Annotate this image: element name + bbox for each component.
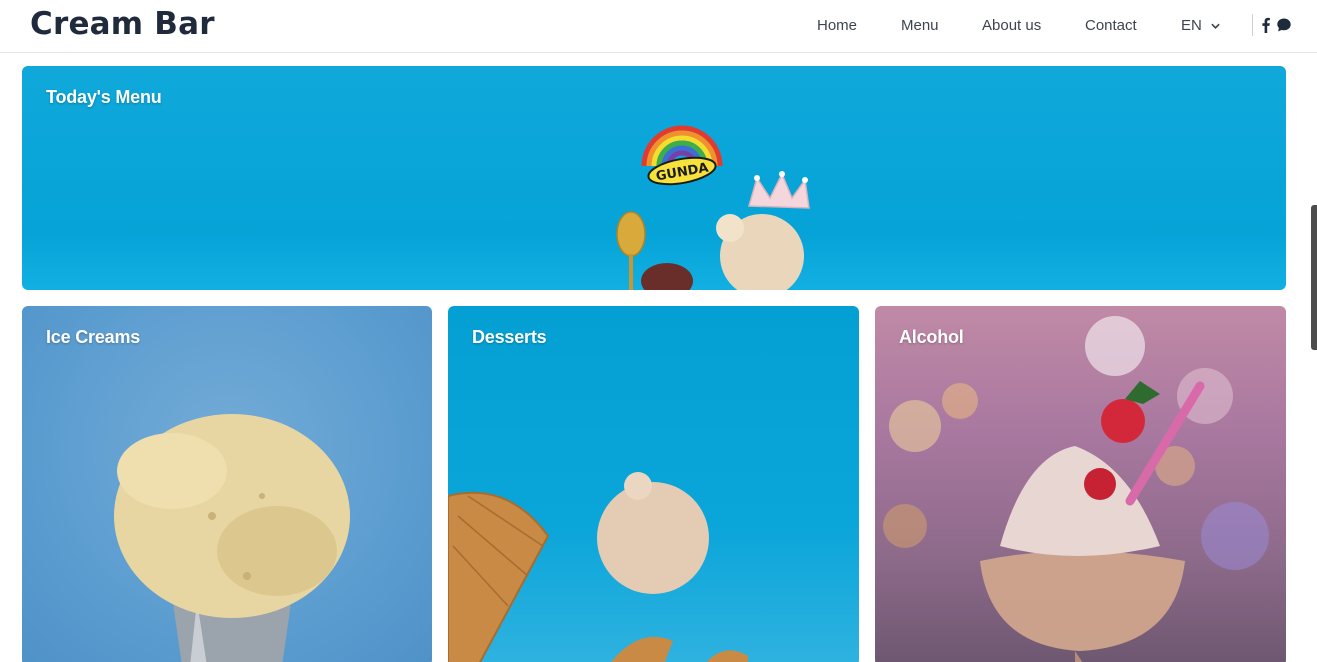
category-alcohol-card[interactable]: Alcohol (875, 306, 1286, 662)
cocktail-image (883, 316, 1269, 662)
ice-cream-cone-image (114, 414, 350, 662)
nav-item-about[interactable]: About us (982, 17, 1041, 34)
dessert-cones-image (448, 472, 748, 662)
category-ice-creams-title: Ice Creams (46, 327, 141, 347)
facebook-icon[interactable] (1258, 17, 1274, 33)
nav-item-contact[interactable]: Contact (1085, 17, 1137, 34)
page: Cream Bar Home Menu About us Contact EN … (0, 0, 1317, 662)
header-divider (1252, 14, 1253, 36)
todays-menu-title: Today's Menu (46, 87, 162, 107)
chat-bubble-icon[interactable] (1276, 17, 1292, 33)
todays-menu-card[interactable]: Today's Menu GUNDA (22, 66, 1286, 290)
language-label: EN (1181, 17, 1202, 34)
brand-logo[interactable]: Cream Bar (30, 6, 215, 42)
site-header: Cream Bar Home Menu About us Contact EN (0, 0, 1317, 53)
category-ice-creams-card[interactable]: Ice Creams (22, 306, 432, 662)
rainbow-logo-icon: GUNDA (641, 125, 723, 186)
nav-item-menu[interactable]: Menu (901, 17, 939, 34)
language-selector[interactable]: EN (1181, 17, 1220, 34)
category-desserts-title: Desserts (472, 327, 547, 347)
ice-cream-illustration: GUNDA (616, 125, 810, 290)
page-scrollbar[interactable] (1311, 205, 1317, 350)
nav-item-home[interactable]: Home (817, 17, 857, 34)
chevron-down-icon (1211, 23, 1220, 29)
category-desserts-card[interactable]: Desserts (448, 306, 859, 662)
